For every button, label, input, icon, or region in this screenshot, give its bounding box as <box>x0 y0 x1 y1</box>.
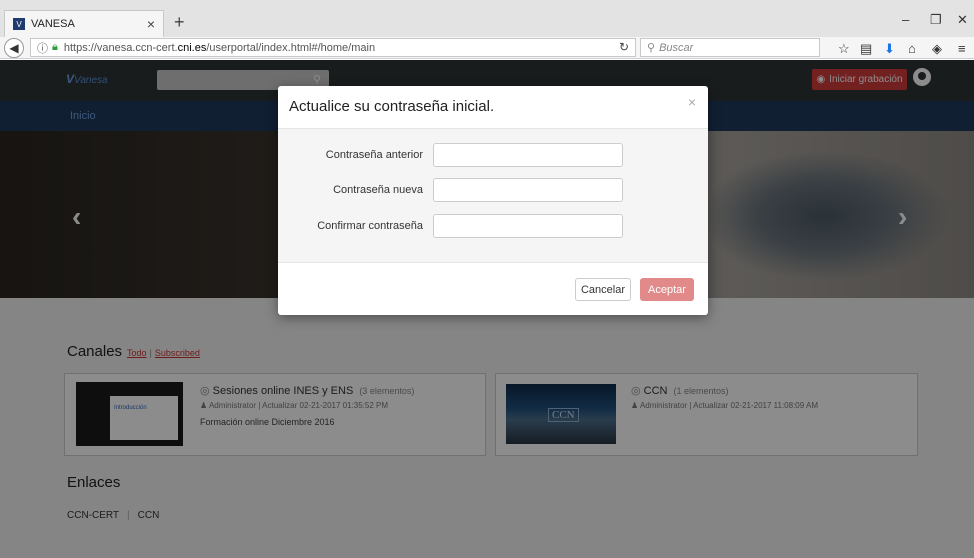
library-icon[interactable]: ▤ <box>860 41 872 57</box>
url-path: /userportal/index.html#/home/main <box>206 41 376 54</box>
info-icon[interactable]: ⓘ <box>37 40 48 56</box>
new-password-field[interactable] <box>433 178 623 202</box>
minimize-icon[interactable]: – <box>902 12 909 27</box>
browser-search-input[interactable]: ⚲ Buscar <box>640 38 820 57</box>
browser-nav-bar: ◀ ⓘ 🔒︎ https://vanesa.ccn-cert. cni.es/us… <box>0 37 974 59</box>
modal-title: Actualice su contraseña inicial. <box>289 98 495 115</box>
new-password-row: Contraseña nueva <box>278 178 708 202</box>
back-arrow-icon[interactable]: ◀ <box>4 38 24 58</box>
old-password-field[interactable] <box>433 143 623 167</box>
tab-close-icon[interactable]: × <box>147 16 155 32</box>
reload-icon[interactable]: ↻ <box>619 40 629 54</box>
browser-tab[interactable]: V VANESA × <box>4 10 164 37</box>
url-prefix: https://vanesa.ccn-cert. <box>63 41 178 54</box>
home-icon[interactable]: ⌂ <box>908 41 916 56</box>
cancel-button[interactable]: Cancelar <box>575 278 631 301</box>
old-password-row: Contraseña anterior <box>278 143 708 167</box>
modal-body: Contraseña anterior Contraseña nueva Con… <box>278 128 708 263</box>
menu-icon[interactable]: ≡ <box>958 41 966 56</box>
download-icon[interactable]: ⬇ <box>884 41 895 57</box>
confirm-password-row: Confirmar contraseña <box>278 214 708 238</box>
restore-icon[interactable]: ❐ <box>930 12 942 28</box>
new-password-label: Contraseña nueva <box>333 184 423 196</box>
browser-tab-bar: V VANESA × + – ❐ ✕ <box>0 0 974 37</box>
new-tab-icon[interactable]: + <box>174 12 185 33</box>
accept-button[interactable]: Aceptar <box>640 278 694 301</box>
close-icon[interactable]: × <box>688 94 696 110</box>
magnifier-icon: ⚲ <box>647 42 656 54</box>
bookmark-star-icon[interactable]: ☆ <box>838 41 850 57</box>
search-placeholder: Buscar <box>659 41 694 54</box>
change-password-modal: Actualice su contraseña inicial. × Contr… <box>278 86 708 315</box>
close-window-icon[interactable]: ✕ <box>957 12 968 28</box>
tab-favicon-icon: V <box>13 18 25 30</box>
pocket-icon[interactable]: ◈ <box>932 41 942 57</box>
tab-title: VANESA <box>31 18 75 30</box>
confirm-password-field[interactable] <box>433 214 623 238</box>
old-password-label: Contraseña anterior <box>325 149 423 161</box>
modal-footer: Cancelar Aceptar <box>278 263 708 315</box>
url-host: cni.es <box>177 41 207 54</box>
url-bar[interactable]: ⓘ 🔒︎ https://vanesa.ccn-cert. cni.es/user… <box>30 38 636 57</box>
lock-icon: 🔒︎ <box>52 41 58 53</box>
confirm-password-label: Confirmar contraseña <box>317 220 423 232</box>
